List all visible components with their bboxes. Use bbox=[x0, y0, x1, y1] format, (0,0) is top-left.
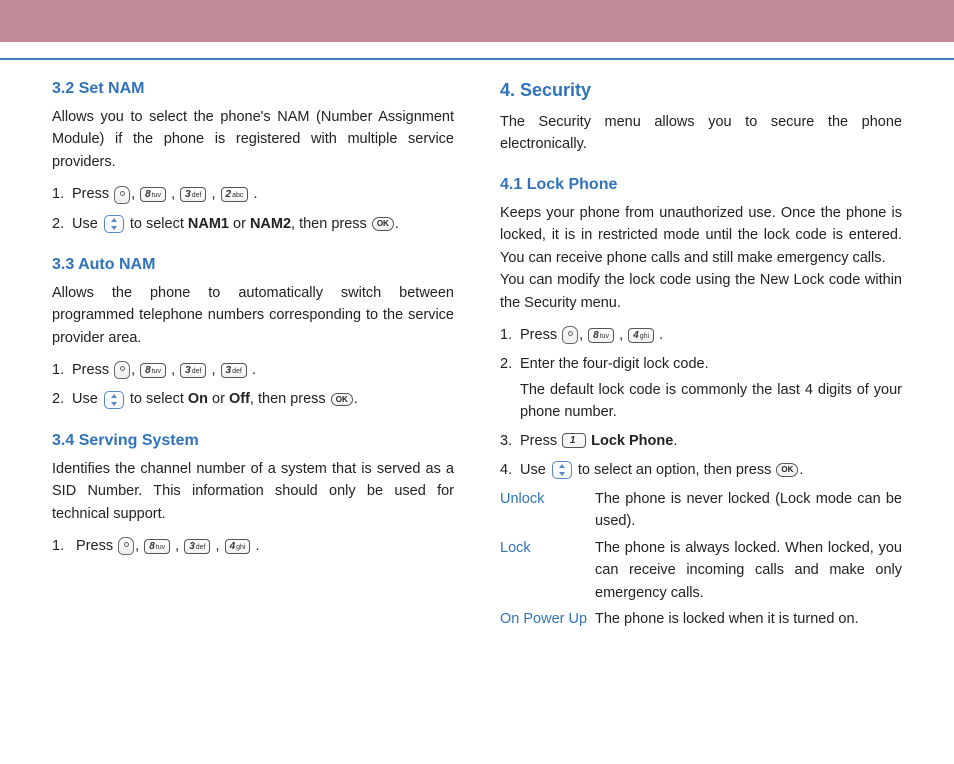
nav-key-icon bbox=[104, 391, 124, 409]
step-3-4-1: 1. Press , 8tuv , 3def , 4ghi . bbox=[52, 535, 454, 558]
heading-3-3: 3.3 Auto NAM bbox=[52, 256, 454, 274]
para-4-1-a: Keeps your phone from unauthorized use. … bbox=[500, 202, 902, 269]
key-8-icon: 8tuv bbox=[588, 328, 614, 343]
steps-3-3: 1. Press , 8tuv , 3def , 3def . 2. Use t… bbox=[52, 359, 454, 411]
step-4-1-3: 3. Press 1 Lock Phone. bbox=[500, 430, 902, 453]
ok-key-icon: OK bbox=[776, 463, 798, 477]
key-3-icon: 3def bbox=[221, 363, 247, 378]
para-3-4: Identifies the channel number of a syste… bbox=[52, 458, 454, 525]
option-unlock: Unlock The phone is never locked (Lock m… bbox=[500, 488, 902, 533]
heading-4-1: 4.1 Lock Phone bbox=[500, 176, 902, 194]
steps-3-2: 1. Press , 8tuv , 3def , 2abc . 2. Use t… bbox=[52, 183, 454, 235]
nav-key-icon bbox=[552, 461, 572, 479]
ok-key-icon: OK bbox=[331, 393, 353, 407]
option-lock: Lock The phone is always locked. When lo… bbox=[500, 537, 902, 604]
menu-key-icon bbox=[114, 186, 130, 204]
step-3-3-2: 2. Use to select On or Off, then press O… bbox=[52, 388, 454, 411]
nav-key-icon bbox=[104, 215, 124, 233]
para-3-2: Allows you to select the phone's NAM (Nu… bbox=[52, 106, 454, 173]
key-8-icon: 8tuv bbox=[140, 363, 166, 378]
menu-key-icon bbox=[114, 361, 130, 379]
steps-4-1: 1. Press , 8tuv , 4ghi . 2. Enter the fo… bbox=[500, 324, 902, 482]
step-3-2-1: 1. Press , 8tuv , 3def , 2abc . bbox=[52, 183, 454, 206]
ok-key-icon: OK bbox=[372, 217, 394, 231]
key-3-icon: 3def bbox=[180, 363, 206, 378]
para-4: The Security menu allows you to secure t… bbox=[500, 111, 902, 156]
para-3-3: Allows the phone to automatically switch… bbox=[52, 282, 454, 349]
lock-options: Unlock The phone is never locked (Lock m… bbox=[500, 488, 902, 631]
steps-3-4: 1. Press , 8tuv , 3def , 4ghi . bbox=[52, 535, 454, 558]
key-3-icon: 3def bbox=[180, 187, 206, 202]
heading-3-4: 3.4 Serving System bbox=[52, 432, 454, 450]
key-1-icon: 1 bbox=[562, 433, 586, 448]
header-bar bbox=[0, 0, 954, 42]
key-2-icon: 2abc bbox=[221, 187, 249, 202]
page-content: 3.2 Set NAM Allows you to select the pho… bbox=[0, 60, 954, 635]
key-8-icon: 8tuv bbox=[140, 187, 166, 202]
key-4-icon: 4ghi bbox=[225, 539, 251, 554]
menu-key-icon bbox=[562, 326, 578, 344]
step-3-3-1: 1. Press , 8tuv , 3def , 3def . bbox=[52, 359, 454, 382]
left-column: 3.2 Set NAM Allows you to select the pho… bbox=[52, 80, 454, 635]
menu-key-icon bbox=[118, 537, 134, 555]
step-3-2-2: 2. Use to select NAM1 or NAM2, then pres… bbox=[52, 213, 454, 236]
step-4-1-2: 2. Enter the four-digit lock code. The d… bbox=[500, 353, 902, 423]
key-4-icon: 4ghi bbox=[628, 328, 654, 343]
step-4-1-1: 1. Press , 8tuv , 4ghi . bbox=[500, 324, 902, 347]
step-4-1-4: 4. Use to select an option, then press O… bbox=[500, 459, 902, 482]
key-8-icon: 8tuv bbox=[144, 539, 170, 554]
heading-3-2: 3.2 Set NAM bbox=[52, 80, 454, 98]
option-on-power-up: On Power Up The phone is locked when it … bbox=[500, 608, 902, 630]
key-3-icon: 3def bbox=[184, 539, 210, 554]
right-column: 4. Security The Security menu allows you… bbox=[500, 80, 902, 635]
para-4-1-b: You can modify the lock code using the N… bbox=[500, 269, 902, 314]
heading-4: 4. Security bbox=[500, 80, 902, 101]
